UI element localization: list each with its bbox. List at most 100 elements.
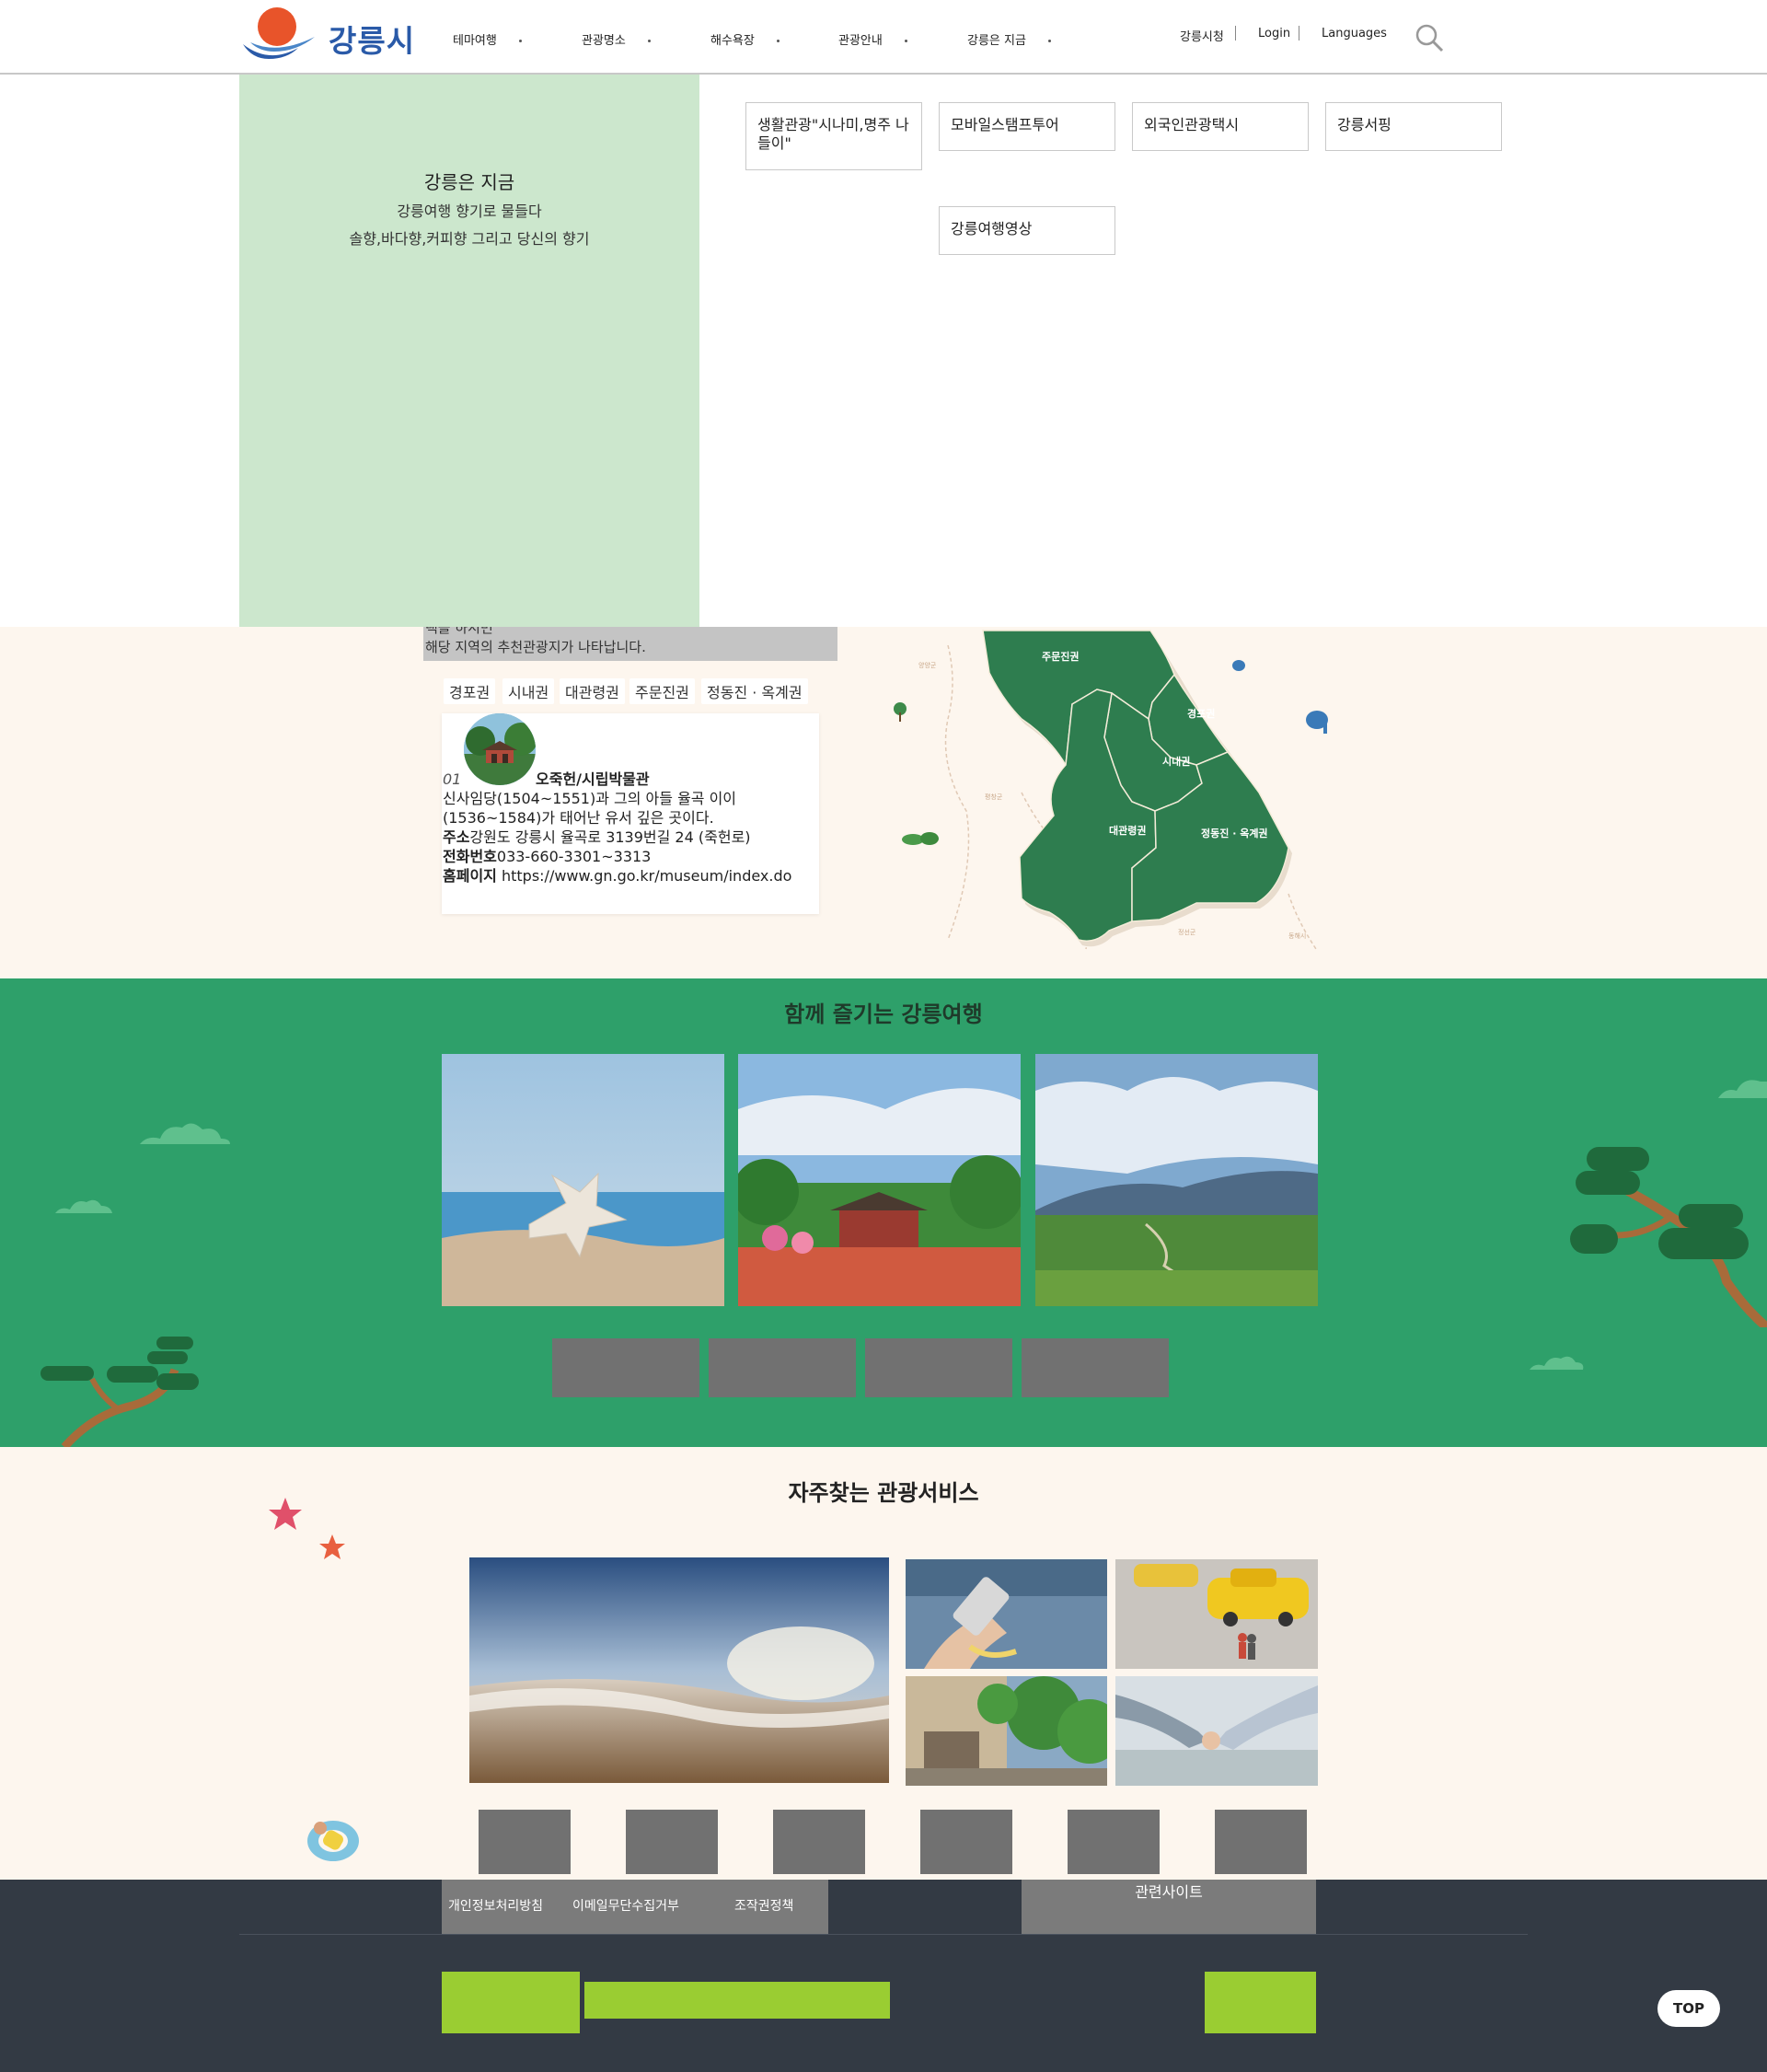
elephant-small-icon (1232, 660, 1245, 671)
search-icon[interactable] (1414, 22, 1445, 53)
dropdown-title: 강릉은 지금 (423, 171, 515, 193)
nav-theme-travel[interactable]: 테마여행 (453, 30, 522, 48)
map-label-yangyang: 양양군 (918, 662, 937, 669)
nav-label: 해수욕장 (710, 34, 755, 48)
attraction-description: (1536~1584)가 태어난 유서 깊은 곳이다. (443, 809, 714, 827)
section-title: 자주찾는 관광서비스 (788, 1480, 979, 1506)
cloud-icon (1530, 1356, 1584, 1370)
address-value: 강원도 강릉시 율곡로 3139번길 24 (죽헌로) (469, 828, 751, 846)
service-photo-hanok-street[interactable] (906, 1676, 1107, 1786)
region-tab-daegwallyeong[interactable]: 대관령권 (560, 678, 625, 704)
scroll-top-button[interactable]: TOP (1657, 1990, 1720, 2027)
service-button-6[interactable] (1215, 1810, 1307, 1874)
map-instruction-line: 해당 지역의 추천관광지가 나타납니다. (425, 639, 646, 655)
cloud-icon (1718, 1080, 1767, 1098)
nav-label: 강릉은 지금 (967, 34, 1026, 48)
cloud-icon (140, 1123, 230, 1144)
city-hall-link[interactable]: 강릉시청 (1180, 27, 1224, 44)
logo-wave-icon (243, 37, 315, 59)
service-photo-taxi[interactable] (1115, 1559, 1318, 1669)
map-label-jumunjin: 주문진권 (1042, 650, 1079, 663)
nav-label: 테마여행 (453, 34, 497, 48)
privacy-policy-link[interactable]: 개인정보처리방침 (448, 1896, 543, 1915)
dropdown-item-stamp-tour[interactable]: 모바일스탬프투어 (939, 102, 1115, 151)
dropdown-description: 솔향,바다향,커피향 그리고 당신의 향기 (349, 230, 590, 248)
nav-attractions[interactable]: 관광명소 (582, 30, 651, 48)
service-photo-mobile[interactable] (906, 1559, 1107, 1669)
region-tab-downtown[interactable]: 시내권 (502, 678, 555, 704)
email-refusal-link[interactable]: 이메일무단수집거부 (572, 1896, 679, 1915)
attraction-thumbnail (464, 713, 536, 785)
nav-dot-icon (647, 40, 651, 42)
service-button-5[interactable] (1068, 1810, 1160, 1874)
travel-photo-fields[interactable] (1035, 1054, 1318, 1306)
phone-value: 033-660-3301~3313 (496, 848, 652, 865)
service-button-3[interactable] (773, 1810, 865, 1874)
nav-label: 관광안내 (838, 34, 883, 48)
dropdown-intro-panel (239, 75, 699, 627)
service-button-2[interactable] (626, 1810, 718, 1874)
nav-gangneung-now[interactable]: 강릉은 지금 (967, 30, 1051, 48)
copyright-policy-link[interactable]: 조작권정책 (734, 1896, 793, 1915)
site-logo[interactable]: 강릉시 (241, 4, 425, 64)
service-photo-couple[interactable] (1115, 1676, 1318, 1786)
attraction-homepage: 홈페이지 https://www.gn.go.kr/museum/index.d… (443, 866, 791, 886)
dropdown-item-life-tour[interactable]: 생활관광"시나미,명주 나들이" (745, 102, 922, 170)
travel-button-2[interactable] (709, 1338, 856, 1397)
travel-button-3[interactable] (865, 1338, 1012, 1397)
travel-button-4[interactable] (1022, 1338, 1169, 1397)
homepage-link[interactable]: https://www.gn.go.kr/museum/index.do (502, 867, 791, 885)
map-label-jeongdongjin: 정동진 · 옥계권 (1201, 827, 1268, 839)
region-map[interactable]: 주문진권 경포권 시내권 대관령권 정동진 · 옥계권 양양군 평창군 정선군 … (884, 627, 1344, 954)
attraction-number: 01 (443, 770, 462, 788)
attraction-name: 오죽헌/시립박물관 (536, 770, 650, 788)
region-tab-jumunjin[interactable]: 주문진권 (629, 678, 695, 704)
nav-dot-icon (776, 40, 780, 42)
dropdown-item-travel-video[interactable]: 강릉여행영상 (939, 206, 1115, 255)
nav-tourist-info[interactable]: 관광안내 (838, 30, 907, 48)
dropdown-item-foreigner-taxi[interactable]: 외국인관광택시 (1132, 102, 1309, 151)
map-label-daegwallyeong: 대관령권 (1109, 824, 1146, 837)
bush-icon (902, 832, 939, 845)
util-divider (1235, 26, 1236, 41)
starfish-icon (319, 1534, 345, 1559)
section-title: 함께 즐기는 강릉여행 (784, 1001, 983, 1027)
pine-tree-icon (40, 1337, 199, 1447)
travel-photo-beach[interactable] (442, 1054, 724, 1306)
attraction-description: 신사임당(1504~1551)과 그의 아들 율곡 이이 (443, 790, 737, 807)
attraction-phone: 전화번호033-660-3301~3313 (443, 847, 651, 866)
service-button-4[interactable] (920, 1810, 1012, 1874)
map-instruction: 택을 하시면 해당 지역의 추천관광지가 나타납니다. (423, 627, 837, 661)
footer-badge-block (1205, 1972, 1316, 2033)
map-label-gyeongpo: 경포권 (1187, 707, 1215, 720)
travel-photo-hanok[interactable] (738, 1054, 1021, 1306)
service-photo-beach[interactable] (469, 1557, 889, 1783)
map-label-donghae: 동해시 (1288, 932, 1306, 940)
tree-icon (894, 702, 907, 722)
footer-divider (239, 1934, 1528, 1935)
border-line (944, 644, 970, 941)
elephant-icon (1306, 711, 1328, 734)
map-label-downtown: 시내권 (1162, 755, 1190, 768)
login-link[interactable]: Login (1258, 27, 1290, 41)
nav-label: 관광명소 (582, 34, 626, 48)
address-label: 주소 (443, 828, 470, 846)
nav-dot-icon (904, 40, 907, 42)
nav-dot-icon (1047, 40, 1051, 42)
region-tab-jeongdongjin[interactable]: 정동진 · 옥계권 (701, 678, 808, 704)
region-tab-gyeongpo[interactable]: 경포권 (444, 678, 496, 704)
footer-logo-block (442, 1972, 580, 2033)
service-button-1[interactable] (479, 1810, 571, 1874)
travel-button-1[interactable] (552, 1338, 699, 1397)
pine-tree-icon (1570, 1147, 1767, 1327)
related-sites-dropdown[interactable]: 관련사이트 (1022, 1880, 1316, 1935)
border-line (1288, 893, 1317, 950)
map-label-pyeongchang: 평창군 (985, 793, 1003, 801)
swimmer-icon (307, 1821, 359, 1861)
dropdown-item-surfing[interactable]: 강릉서핑 (1325, 102, 1502, 151)
homepage-label: 홈페이지 (443, 867, 497, 885)
nav-beaches[interactable]: 해수욕장 (710, 30, 780, 48)
languages-link[interactable]: Languages (1322, 27, 1387, 41)
phone-label: 전화번호 (443, 848, 497, 865)
site-footer (0, 1880, 1767, 2072)
